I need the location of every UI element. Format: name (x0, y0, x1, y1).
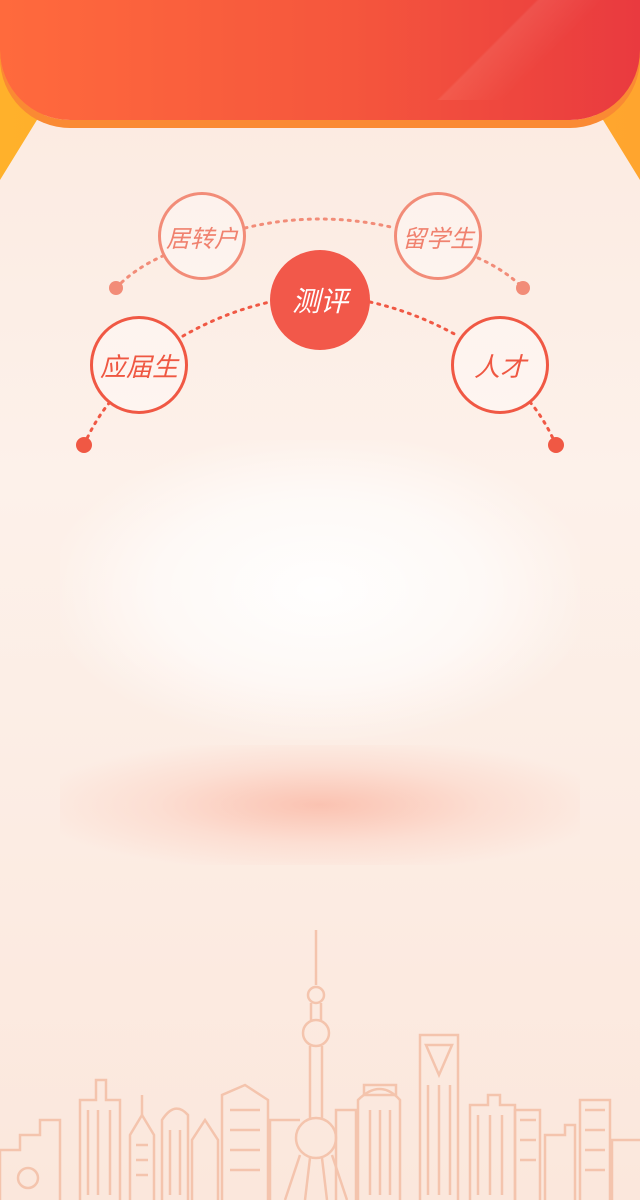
outer-arc-right (476, 256, 525, 290)
outer-arc-right-dot (516, 281, 530, 295)
bubble-assessment-label: 测评 (291, 285, 348, 318)
bubble-graduate[interactable]: 应届生 (90, 316, 188, 414)
inner-arc-right-dot (548, 437, 564, 453)
bubble-resident-transfer[interactable]: 居转户 (158, 192, 246, 280)
bubble-talent-label: 人才 (473, 352, 526, 383)
outer-arc-left (114, 253, 167, 290)
inner-arc-left-dot (76, 437, 92, 453)
inner-arc-top-right (368, 300, 460, 338)
bubble-overseas-student[interactable]: 留学生 (394, 192, 482, 280)
outer-arc-top (243, 217, 397, 230)
city-skyline-illustration (0, 930, 640, 1200)
inner-arc-top-left (181, 300, 272, 338)
bubble-talent[interactable]: 人才 (451, 316, 549, 414)
bubble-graduate-label: 应届生 (99, 352, 178, 383)
pink-glow-band (60, 745, 580, 865)
bubble-assessment[interactable]: 测评 (270, 250, 370, 350)
bubble-resident-transfer-label: 居转户 (166, 224, 238, 253)
bubble-overseas-student-label: 留学生 (402, 224, 474, 253)
outer-arc-left-dot (109, 281, 123, 295)
